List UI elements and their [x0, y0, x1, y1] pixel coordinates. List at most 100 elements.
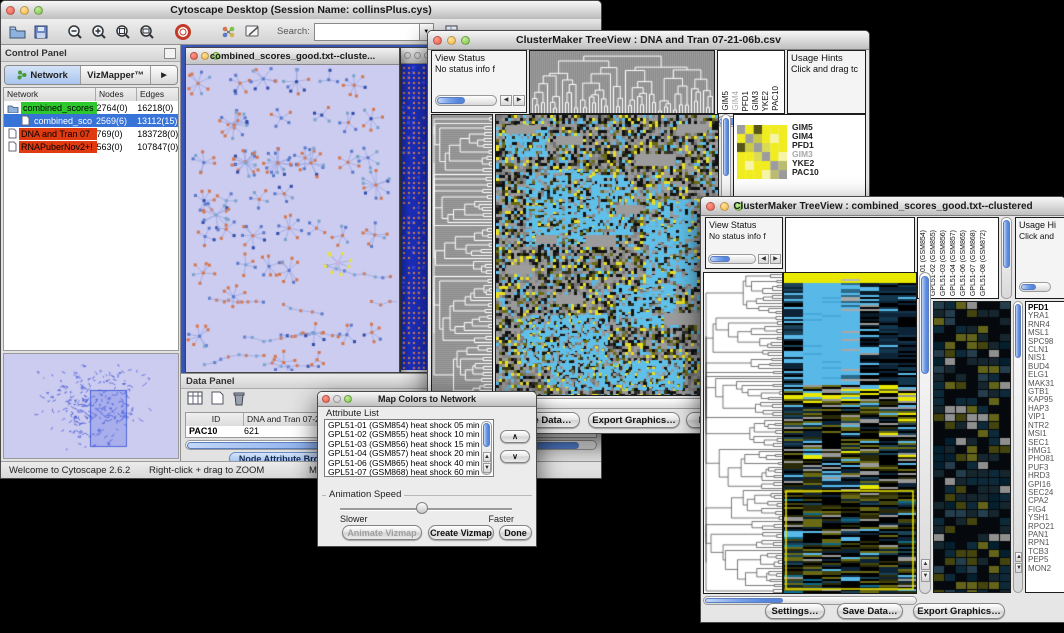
- row-dendrogram-canvas[interactable]: [432, 115, 492, 395]
- network-edges-count: 107847(0): [137, 142, 178, 152]
- tv1-row-dendrogram[interactable]: [431, 114, 493, 396]
- array-label[interactable]: GPL51-08 (GSM872): [980, 230, 990, 296]
- array-label[interactable]: GPL51-03 (GSM856): [940, 230, 950, 296]
- array-label[interactable]: YKE2: [761, 91, 770, 111]
- animation-speed-label: Animation Speed: [326, 489, 404, 500]
- scrollbar-thumb[interactable]: [437, 97, 465, 104]
- column-dendrogram-canvas[interactable]: [530, 51, 714, 113]
- close-button[interactable]: [404, 52, 411, 59]
- tv2-status-hscrollbar[interactable]: [708, 254, 756, 264]
- heatmap-canvas[interactable]: [784, 273, 916, 593]
- move-down-button[interactable]: ∨: [500, 450, 530, 463]
- network-row-rnapubernov2[interactable]: RNAPuberNov2+! 563(0) 107847(0): [4, 140, 178, 153]
- scroll-up-button[interactable]: ▲: [1015, 552, 1022, 562]
- network-row-dna-tran[interactable]: DNA and Tran 07 769(0) 183728(0): [4, 127, 178, 140]
- network-nodes-icon[interactable]: [217, 22, 241, 42]
- tv2-heatmap[interactable]: [783, 272, 917, 594]
- select-attributes-icon[interactable]: [187, 391, 203, 405]
- network-row-combined-sco-selected[interactable]: combined_sco 2569(6) 13112(15): [4, 114, 178, 127]
- scroll-down-button[interactable]: ▼: [483, 463, 491, 473]
- network-graph-canvas[interactable]: [186, 65, 397, 371]
- scroll-right-button[interactable]: ▶: [513, 95, 525, 106]
- save-icon[interactable]: [29, 22, 53, 42]
- tv1-status-hscrollbar[interactable]: [435, 95, 497, 106]
- new-attribute-icon[interactable]: [211, 391, 224, 405]
- scrollbar-thumb[interactable]: [710, 256, 730, 262]
- move-up-button[interactable]: ∧: [500, 430, 530, 443]
- zoom-view-canvas[interactable]: [934, 302, 1010, 592]
- tab-overflow-button[interactable]: ▶: [151, 66, 177, 84]
- float-panel-icon[interactable]: [164, 48, 176, 59]
- column-header-network[interactable]: Network: [4, 88, 96, 101]
- row-dendrogram-canvas[interactable]: [704, 273, 782, 593]
- tv2-labels-vscrollbar[interactable]: [1001, 217, 1012, 299]
- tv2-heatmap-vscrollbar[interactable]: ▲ ▼: [919, 272, 931, 594]
- attribute-list-vscrollbar[interactable]: ▲ ▼: [481, 421, 492, 475]
- scroll-up-button[interactable]: ▲: [921, 559, 930, 570]
- done-button[interactable]: Done: [499, 525, 532, 540]
- network-overview-canvas[interactable]: [4, 354, 178, 458]
- scrollbar-thumb[interactable]: [921, 276, 929, 374]
- attribute-item[interactable]: GPL51-07 (GSM868) heat shock 60 min: [328, 468, 493, 477]
- scroll-left-button[interactable]: ◀: [500, 95, 512, 106]
- dialog-title-bar[interactable]: Map Colors to Network: [318, 392, 536, 407]
- array-label[interactable]: GIM3: [751, 91, 760, 111]
- zoom-fit-icon[interactable]: [135, 22, 159, 42]
- scrollbar-thumb[interactable]: [1015, 304, 1021, 358]
- array-label[interactable]: GPL51-07 (GSM868): [970, 230, 980, 296]
- zoom-in-icon[interactable]: [87, 22, 111, 42]
- array-label[interactable]: PAC10: [771, 86, 780, 111]
- tab-vizmapper[interactable]: VizMapper™: [81, 66, 151, 84]
- help-lifering-icon[interactable]: [171, 22, 195, 42]
- scrollbar-thumb[interactable]: [1003, 220, 1010, 268]
- tv1-export-graphics-button[interactable]: Export Graphics…: [588, 412, 680, 428]
- network-row-combined-scores[interactable]: combined_scores 2764(0) 16218(0): [4, 101, 178, 114]
- tab-network[interactable]: Network: [5, 66, 81, 84]
- tv1-heatmap[interactable]: [495, 114, 719, 396]
- tv2-save-data-button[interactable]: Save Data…: [837, 603, 903, 619]
- scroll-right-button[interactable]: ▶: [770, 254, 781, 264]
- column-header-edges[interactable]: Edges: [137, 88, 178, 101]
- delete-attribute-icon[interactable]: [232, 391, 245, 406]
- tv2-zoom-view[interactable]: [933, 301, 1011, 593]
- speed-slider-thumb[interactable]: [416, 502, 428, 514]
- summary-heatmap-canvas[interactable]: [737, 125, 787, 179]
- tv2-genelist-vscrollbar[interactable]: ▲ ▼: [1013, 301, 1023, 593]
- heatmap-canvas[interactable]: [496, 115, 718, 395]
- network-view-title-bar[interactable]: combined_scores_good.txt--cluste...: [186, 48, 399, 65]
- array-label[interactable]: GIM4: [731, 91, 740, 111]
- gene-label[interactable]: PAC10: [792, 168, 819, 177]
- column-header-nodes[interactable]: Nodes: [96, 88, 137, 101]
- tv2-usage-hscrollbar[interactable]: [1019, 282, 1051, 292]
- tv1-column-dendrogram[interactable]: [529, 50, 715, 114]
- scroll-up-button[interactable]: ▲: [483, 452, 491, 462]
- zoom-out-icon[interactable]: [63, 22, 87, 42]
- gene-label[interactable]: MON2: [1028, 565, 1064, 573]
- main-title-bar[interactable]: Cytoscape Desktop (Session Name: collins…: [1, 1, 601, 20]
- id-column-header[interactable]: ID: [186, 413, 244, 426]
- array-label[interactable]: GIM5: [721, 91, 730, 111]
- scrollbar-thumb[interactable]: [723, 118, 729, 176]
- zoom-selected-icon[interactable]: [111, 22, 135, 42]
- scrollbar-thumb[interactable]: [1021, 284, 1036, 290]
- open-file-icon[interactable]: [5, 22, 29, 42]
- animate-vizmap-button[interactable]: Animate Vizmap: [342, 525, 422, 540]
- annotation-icon[interactable]: [241, 22, 265, 42]
- tv2-export-graphics-button[interactable]: Export Graphics…: [913, 603, 1005, 619]
- create-vizmap-button[interactable]: Create Vizmap: [428, 525, 494, 540]
- treeview1-title-bar[interactable]: ClusterMaker TreeView : DNA and Tran 07-…: [428, 31, 869, 50]
- scroll-down-button[interactable]: ▼: [1015, 563, 1022, 573]
- array-label[interactable]: GPL51-02 (GSM855): [930, 230, 940, 296]
- minimize-button[interactable]: [414, 52, 421, 59]
- search-input[interactable]: [314, 23, 420, 41]
- tv2-settings-button[interactable]: Settings…: [765, 603, 825, 619]
- scrollbar-thumb[interactable]: [483, 423, 490, 447]
- tv2-row-dendrogram[interactable]: [703, 272, 783, 594]
- array-label[interactable]: GPL51-04 (GSM857): [950, 230, 960, 296]
- treeview2-title-bar[interactable]: ClusterMaker TreeView : combined_scores_…: [701, 197, 1064, 216]
- scroll-left-button[interactable]: ◀: [758, 254, 769, 264]
- network-overview-panel[interactable]: [3, 353, 179, 459]
- array-label[interactable]: GPL51-06 (GSM865): [960, 230, 970, 296]
- scroll-down-button[interactable]: ▼: [921, 571, 930, 582]
- array-label[interactable]: PFD1: [741, 91, 750, 111]
